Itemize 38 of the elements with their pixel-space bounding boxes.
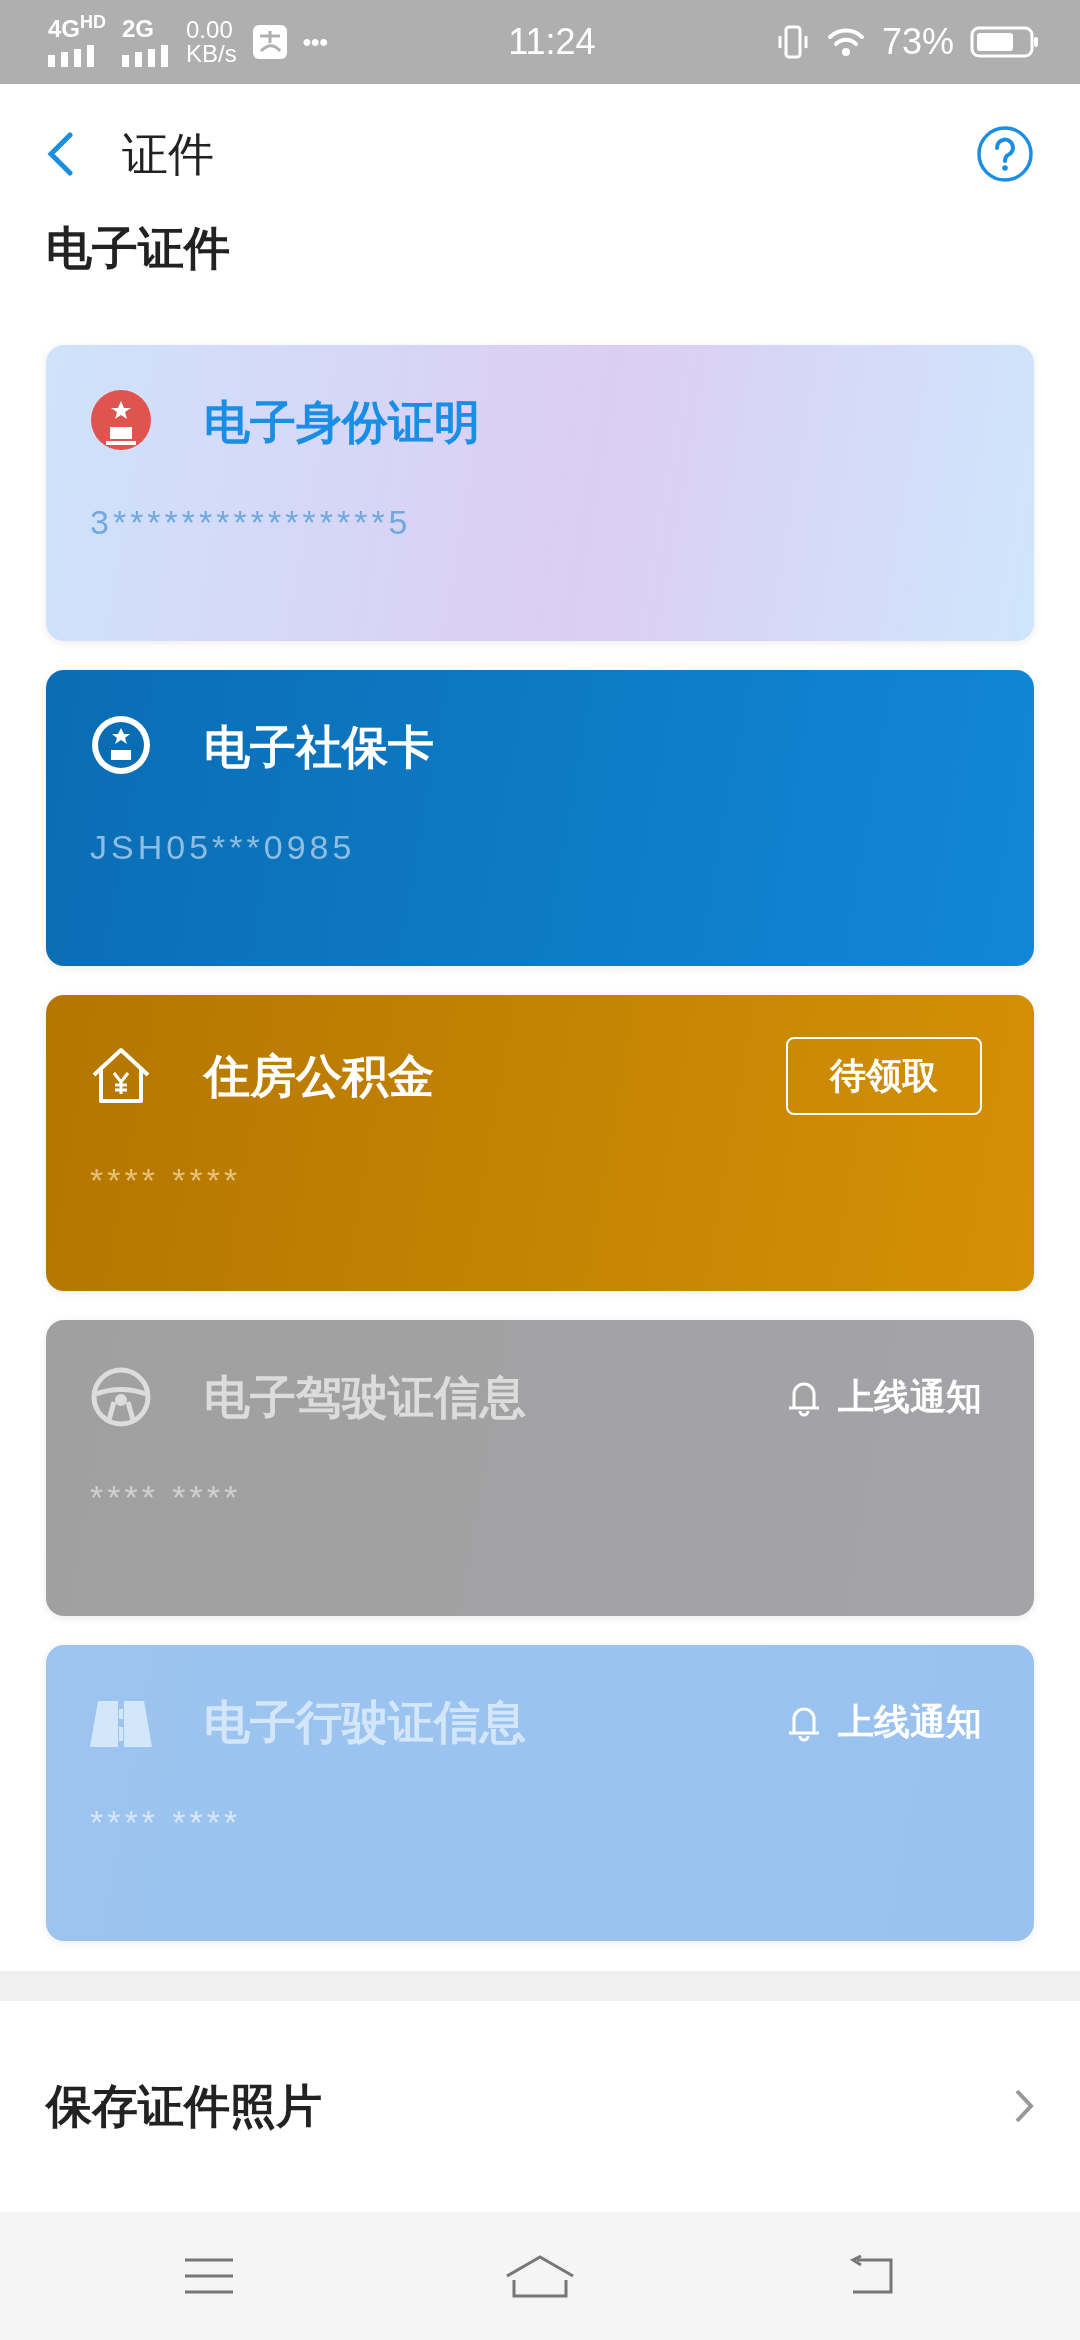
menu-icon[interactable]: [182, 2256, 235, 2296]
save-photos-row[interactable]: 保存证件照片: [0, 2001, 1080, 2211]
back-icon[interactable]: [46, 132, 74, 176]
more-indicator: •••: [302, 30, 328, 54]
notify-button[interactable]: 上线通知: [786, 1695, 982, 1749]
id-card[interactable]: 电子行驶证信息 上线通知 **** ****: [46, 1645, 1034, 1941]
network-label: 2G: [122, 17, 155, 41]
app-icon: [252, 25, 287, 59]
id-card[interactable]: 电子社保卡 JSH05***0985: [46, 670, 1034, 966]
card-title: 电子驾驶证信息: [204, 1369, 526, 1425]
id-card[interactable]: 住房公积金 待领取 **** ****: [46, 995, 1034, 1291]
battery-icon: [970, 26, 1040, 58]
id-card[interactable]: 电子驾驶证信息 上线通知 **** ****: [46, 1320, 1034, 1616]
signal-icon: [122, 45, 170, 67]
signal-icon: [48, 45, 96, 67]
id-card[interactable]: 电子身份证明 3****************5: [46, 345, 1034, 641]
card-title: 住房公积金: [204, 1048, 434, 1104]
claim-button[interactable]: 待领取: [786, 1037, 982, 1115]
card-number: JSH05***0985: [90, 827, 357, 868]
section-title: 电子证件: [45, 221, 231, 276]
card-title: 电子行驶证信息: [204, 1694, 526, 1750]
card-title: 电子身份证明: [204, 394, 480, 450]
battery-percent: 73%: [881, 20, 954, 64]
speed-unit: KB/s: [186, 42, 237, 66]
clock: 11:24: [508, 20, 596, 64]
card-number: **** ****: [90, 1802, 243, 1843]
network-label: 4G$^{HD}$: [48, 17, 106, 41]
chevron-right-icon: [1014, 2088, 1034, 2124]
wifi-icon: [825, 26, 866, 58]
card-number: 3****************5: [90, 502, 413, 543]
card-number: **** ****: [90, 1160, 243, 1201]
speed-value: 0.00: [186, 18, 234, 42]
notify-button[interactable]: 上线通知: [786, 1370, 982, 1424]
card-title: 电子社保卡: [204, 719, 434, 775]
help-icon[interactable]: [976, 125, 1034, 183]
home-icon[interactable]: [504, 2254, 576, 2298]
card-number: **** ****: [90, 1477, 243, 1518]
page-title: 证件: [122, 126, 214, 182]
